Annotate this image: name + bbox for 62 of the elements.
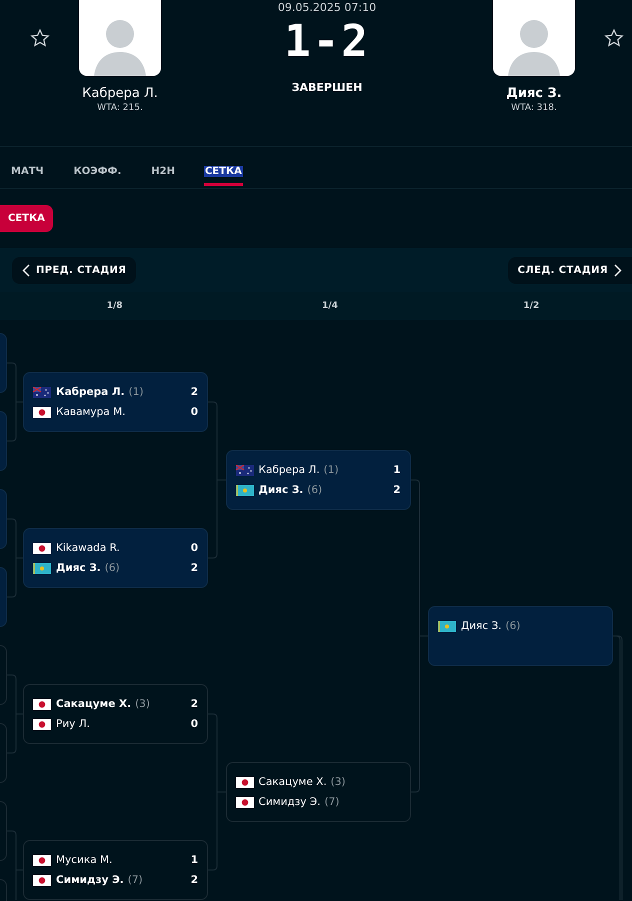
chevron-right-icon [614,264,622,276]
star-icon [604,28,624,48]
player-name: Kikawada R. [56,542,120,554]
round-label: 1/8 [106,301,124,311]
player-seed: (7) [128,874,143,886]
set-score: 0 [190,718,198,730]
tab[interactable]: СЕТКА [204,156,243,186]
tab[interactable]: МАТЧ [10,156,45,186]
round-label: 1/2 [522,301,540,311]
match-card[interactable]: Дияс З. (6) [428,606,613,666]
player-name: Риу Л. [56,718,90,730]
set-score: 2 [393,484,400,496]
match-card[interactable]: Мусика М. 1 Симидзу Э. (7) 2 [23,840,208,900]
player-name: Сакацуме Х. [56,698,132,710]
star-icon [30,28,50,48]
match-card[interactable]: Кабрера Л. (1) 1 Дияс З. (6) 2 [226,450,410,510]
set-score: 0 [190,542,198,554]
round-label: 1/4 [321,301,339,311]
player-name: Кабрера Л. [258,464,320,476]
player-seed: (6) [307,484,322,496]
player-seed: (6) [104,562,120,574]
chevron-left-icon [22,264,30,276]
player-name: Дияс З. [461,620,502,632]
match-card[interactable]: Сакацуме Х. (3) Симидзу Э. (7) [226,762,410,822]
set-score: 2 [190,386,198,398]
filter-chip[interactable]: СЕТКА [0,205,53,232]
player-seed: (3) [135,698,150,710]
player-name: Дияс З. [56,562,101,574]
player-rank: WTA: 318. [511,103,557,113]
next-stage-button[interactable]: СЛЕД. СТАДИЯ [508,256,632,284]
match-card[interactable]: Сакацуме Х. (3) 2 Риу Л. 0 [23,684,208,744]
tab[interactable]: КОЭФФ. [72,156,122,186]
player-seed: (6) [506,620,520,632]
favorite-button[interactable] [30,28,50,48]
match-status: ЗАВЕРШЕН [292,81,362,94]
player-name: Кабрера Л. [56,386,125,398]
player-name: Дияс З. [506,86,562,101]
player-seed: (1) [128,386,144,398]
match-score: 1-2 [284,16,370,67]
set-score: 1 [190,854,198,866]
player-seed: (3) [330,776,346,788]
set-score: 2 [190,874,198,886]
player-seed: (7) [324,796,340,808]
prev-stage-button[interactable]: ПРЕД. СТАДИЯ [12,256,136,284]
player-name: Кабрера Л. [82,86,158,101]
player-name: Кавамура М. [56,406,126,418]
favorite-button[interactable] [604,28,624,48]
set-score: 0 [190,406,198,418]
match-date: 09.05.2025 07:10 [278,1,376,14]
player-name: Сакацуме Х. [258,776,327,788]
player-name: Симидзу Э. [56,874,124,886]
player-rank: WTA: 215. [97,103,143,113]
player-name: Дияс З. [258,484,304,496]
player-seed: (1) [324,464,339,476]
set-score: 2 [190,698,198,710]
set-score: 2 [190,562,198,574]
match-card[interactable]: Кабрера Л. (1) 2 Кавамура М. 0 [23,372,208,432]
set-score: 1 [393,464,400,476]
match-card[interactable]: Kikawada R. 0 Дияс З. (6) 2 [23,528,208,588]
tab[interactable]: H2H [150,156,176,186]
player-name: Симидзу Э. [258,796,320,808]
player-name: Мусика М. [56,854,112,866]
